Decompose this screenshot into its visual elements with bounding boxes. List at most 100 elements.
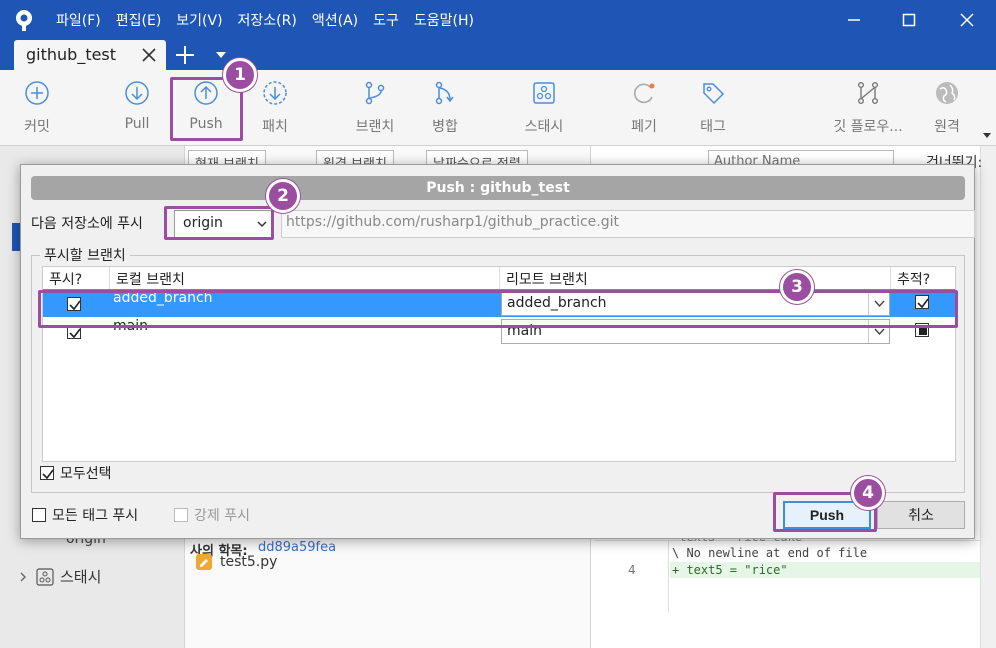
- stash-icon: [533, 82, 555, 104]
- toolbar: 커밋 Pull Push 패치 브랜치 병합 스태시 폐기 태그 깃 플로우..…: [0, 70, 996, 146]
- branch-button[interactable]: 브랜치: [340, 80, 410, 140]
- discard-icon: [633, 83, 655, 104]
- push-checkbox[interactable]: [67, 325, 81, 339]
- new-tab-icon[interactable]: [174, 44, 196, 66]
- menu-edit[interactable]: 편집(E): [116, 10, 162, 30]
- close-window-button[interactable]: [955, 8, 979, 32]
- menu-help[interactable]: 도움말(H): [414, 10, 474, 30]
- close-icon: [960, 13, 974, 27]
- minimize-icon: [848, 19, 860, 21]
- track-checkbox[interactable]: [915, 295, 929, 309]
- commit-hash-link[interactable]: dd89a59fea: [258, 540, 336, 555]
- minimize-button[interactable]: [842, 8, 866, 32]
- local-branch-name: main: [113, 318, 148, 334]
- stash-button[interactable]: 스태시: [509, 80, 579, 140]
- remote-select-value: origin: [183, 215, 223, 231]
- diff-gutter: [668, 540, 669, 612]
- remote-button[interactable]: 원격: [912, 80, 982, 140]
- gitflow-button[interactable]: 깃 플로우...: [823, 80, 913, 140]
- local-branch-name: added_branch: [113, 290, 213, 306]
- tag-button[interactable]: 태그: [678, 80, 748, 140]
- maximize-icon: [902, 13, 916, 27]
- step-badge-3: 3: [780, 270, 814, 304]
- track-checkbox[interactable]: [915, 323, 929, 337]
- dialog-title: Push : github_test: [31, 176, 965, 200]
- chevron-down-icon: [257, 221, 267, 228]
- gitflow-label: 깃 플로우...: [833, 119, 903, 135]
- push-all-tags-checkbox[interactable]: [32, 508, 46, 522]
- step-badge-4: 4: [851, 476, 885, 510]
- menu-file[interactable]: 파일(F): [56, 10, 101, 30]
- remote-branch-dropdown[interactable]: [868, 292, 889, 315]
- file-modified-icon: [196, 554, 212, 570]
- pull-label: Pull: [124, 116, 150, 132]
- force-push-label: 강제 푸시: [194, 508, 250, 524]
- branch-icon: [365, 81, 385, 105]
- select-all-label: 모두선택: [60, 466, 112, 482]
- maximize-button[interactable]: [897, 8, 921, 32]
- arrow-down-circle-icon: [125, 81, 149, 105]
- menu-repository[interactable]: 저장소(R): [238, 10, 297, 30]
- remote-branch-combo[interactable]: main: [501, 319, 890, 344]
- step-badge-1: 1: [223, 58, 257, 92]
- branches-group-title: 푸시할 브랜치: [40, 245, 130, 265]
- branch-table: 푸시? 로컬 브랜치 리모트 브랜치 추적? added_branch adde…: [42, 266, 956, 462]
- stash-small-icon: [36, 567, 54, 586]
- branch-label: 브랜치: [355, 119, 395, 135]
- sidebar-stash-item[interactable]: 스태시: [18, 566, 101, 587]
- push-all-tags-label: 모든 태그 푸시: [52, 508, 139, 524]
- changed-file-row[interactable]: test5.py: [196, 554, 277, 570]
- step-badge-2: 2: [266, 179, 300, 213]
- select-all-option[interactable]: 모두선택: [40, 463, 112, 483]
- checkmark-icon: [69, 300, 81, 311]
- select-all-checkbox[interactable]: [40, 466, 54, 480]
- column-header-track[interactable]: 추적?: [891, 267, 955, 289]
- diff-no-newline-line: \ No newline at end of file: [672, 546, 868, 560]
- tab-title: github_test: [26, 45, 117, 64]
- merge-label: 병합: [432, 119, 458, 135]
- branch-row[interactable]: added_branch added_branch: [43, 289, 955, 317]
- checkmark-icon: [69, 328, 81, 339]
- pull-button[interactable]: Pull: [102, 80, 172, 140]
- indeterminate-icon: [919, 327, 927, 335]
- column-header-local[interactable]: 로컬 브랜치: [110, 267, 500, 289]
- discard-button[interactable]: 폐기: [609, 80, 679, 140]
- remote-select[interactable]: origin: [174, 210, 274, 238]
- push-checkbox[interactable]: [67, 297, 81, 311]
- fetch-button[interactable]: 패치: [240, 80, 310, 140]
- changed-file-name: test5.py: [220, 554, 278, 570]
- commit-button[interactable]: 커밋: [2, 80, 72, 140]
- remote-branch-combo[interactable]: added_branch: [501, 291, 890, 316]
- tab-github-test[interactable]: github_test: [14, 40, 166, 70]
- push-all-tags-option[interactable]: 모든 태그 푸시: [32, 505, 138, 525]
- force-push-checkbox: [174, 508, 188, 522]
- branch-row[interactable]: main main: [43, 317, 955, 345]
- column-header-remote[interactable]: 리모트 브랜치: [500, 267, 891, 289]
- checkmark-icon: [917, 298, 929, 309]
- diff-added-line: + text5 = "rice": [672, 563, 788, 577]
- toolbar-overflow-icon[interactable]: [982, 132, 992, 140]
- arrow-up-circle-icon: [194, 81, 218, 105]
- push-to-label: 다음 저장소에 푸시: [31, 216, 143, 232]
- diff-scrollbar[interactable]: [980, 146, 996, 648]
- tab-close-icon[interactable]: [140, 46, 158, 64]
- tag-label: 태그: [700, 119, 726, 135]
- column-header-push[interactable]: 푸시?: [43, 267, 110, 289]
- menu-view[interactable]: 보기(V): [176, 10, 222, 30]
- menu-actions[interactable]: 액션(A): [312, 10, 358, 30]
- gitflow-icon: [858, 82, 879, 105]
- remote-branch-dropdown[interactable]: [868, 320, 889, 343]
- cancel-button[interactable]: 취소: [877, 501, 965, 529]
- branches-group: 푸시할 브랜치 푸시? 로컬 브랜치 리모트 브랜치 추적? added_bra…: [31, 245, 965, 493]
- remote-url-field: https://github.com/rusharp1/github_pract…: [281, 210, 975, 238]
- menu-tools[interactable]: 도구: [373, 10, 399, 30]
- merge-button[interactable]: 병합: [410, 80, 480, 140]
- checkmark-icon: [42, 469, 54, 480]
- fetch-label: 패치: [262, 119, 288, 135]
- tag-icon: [703, 83, 725, 105]
- commit-label: 커밋: [24, 119, 50, 135]
- diff-line-number: 4: [628, 563, 636, 577]
- discard-label: 폐기: [631, 119, 657, 135]
- fetch-icon: [263, 81, 287, 105]
- tab-dropdown-icon[interactable]: [214, 50, 228, 60]
